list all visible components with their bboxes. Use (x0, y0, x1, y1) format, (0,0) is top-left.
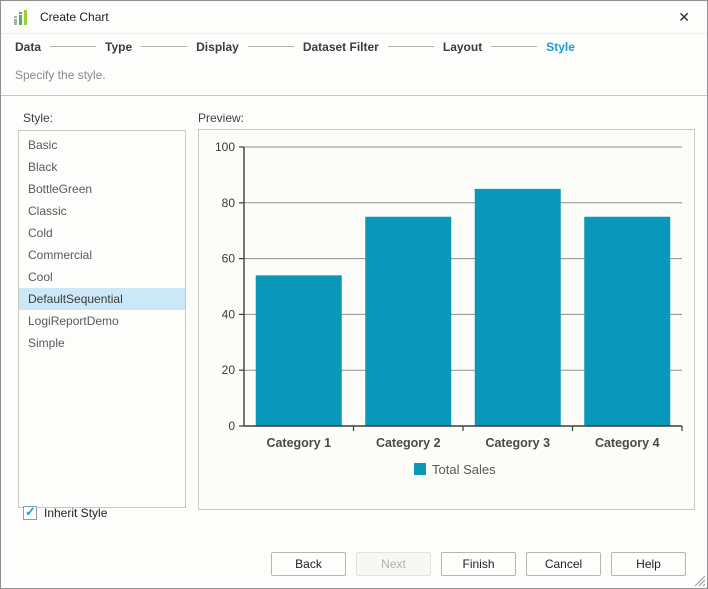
window-title: Create Chart (40, 10, 109, 24)
bar-chart-preview: 0 20 40 60 80 100 Category 1 Category 2 Category… (199, 130, 694, 509)
step-dataset-filter[interactable]: Dataset Filter (303, 40, 379, 54)
svg-text:60: 60 (222, 252, 236, 266)
inherit-style-label[interactable]: Inherit Style (44, 506, 107, 520)
svg-text:40: 40 (222, 307, 236, 321)
svg-text:Category 3: Category 3 (485, 436, 550, 450)
inherit-style-row: ✓ Inherit Style (23, 506, 107, 520)
style-option-cold[interactable]: Cold (19, 222, 185, 244)
svg-text:20: 20 (222, 363, 236, 377)
svg-text:Category 2: Category 2 (376, 436, 441, 450)
check-icon: ✓ (25, 504, 36, 520)
close-icon[interactable]: ✕ (674, 8, 694, 26)
style-option-black[interactable]: Black (19, 156, 185, 178)
help-button[interactable]: Help (611, 552, 686, 576)
style-option-bottlegreen[interactable]: BottleGreen (19, 178, 185, 200)
finish-button[interactable]: Finish (441, 552, 516, 576)
bar-category-3 (475, 189, 561, 426)
back-button[interactable]: Back (271, 552, 346, 576)
style-option-defaultsequential[interactable]: DefaultSequential (19, 288, 185, 310)
step-connector (491, 46, 537, 47)
step-connector (141, 46, 187, 47)
style-option-logireportdemo[interactable]: LogiReportDemo (19, 310, 185, 332)
preview-panel: 0 20 40 60 80 100 Category 1 Category 2 Category… (198, 129, 695, 510)
preview-label: Preview: (198, 111, 244, 125)
title-bar: Create Chart ✕ (1, 1, 707, 34)
svg-text:Total Sales: Total Sales (432, 462, 496, 477)
style-option-classic[interactable]: Classic (19, 200, 185, 222)
style-option-commercial[interactable]: Commercial (19, 244, 185, 266)
svg-text:Category 4: Category 4 (595, 436, 660, 450)
step-display[interactable]: Display (196, 40, 239, 54)
style-listbox[interactable]: BasicBlackBottleGreenClassicColdCommerci… (18, 130, 186, 508)
bar-category-1 (256, 275, 342, 426)
bar-category-4 (584, 217, 670, 426)
svg-text:Category 1: Category 1 (266, 436, 331, 450)
wizard-steps: Data Type Display Dataset Filter Layout Style (1, 34, 707, 59)
step-type[interactable]: Type (105, 40, 132, 54)
step-style[interactable]: Style (546, 40, 575, 54)
style-option-simple[interactable]: Simple (19, 332, 185, 354)
step-data[interactable]: Data (15, 40, 41, 54)
create-chart-dialog: Create Chart ✕ Data Type Display Dataset Fi… (0, 0, 708, 589)
bar-category-2 (365, 217, 451, 426)
inherit-style-checkbox[interactable]: ✓ (23, 506, 37, 520)
step-layout[interactable]: Layout (443, 40, 482, 54)
resize-grip-icon[interactable] (693, 574, 706, 587)
style-option-basic[interactable]: Basic (19, 134, 185, 156)
style-list-label: Style: (23, 111, 53, 125)
svg-text:80: 80 (222, 196, 236, 210)
next-button: Next (356, 552, 431, 576)
svg-text:100: 100 (215, 140, 235, 154)
step-description: Specify the style. (1, 59, 707, 96)
svg-text:0: 0 (228, 419, 235, 433)
step-connector (388, 46, 434, 47)
step-connector (50, 46, 96, 47)
style-option-cool[interactable]: Cool (19, 266, 185, 288)
step-connector (248, 46, 294, 47)
chart-icon (13, 9, 31, 26)
cancel-button[interactable]: Cancel (526, 552, 601, 576)
